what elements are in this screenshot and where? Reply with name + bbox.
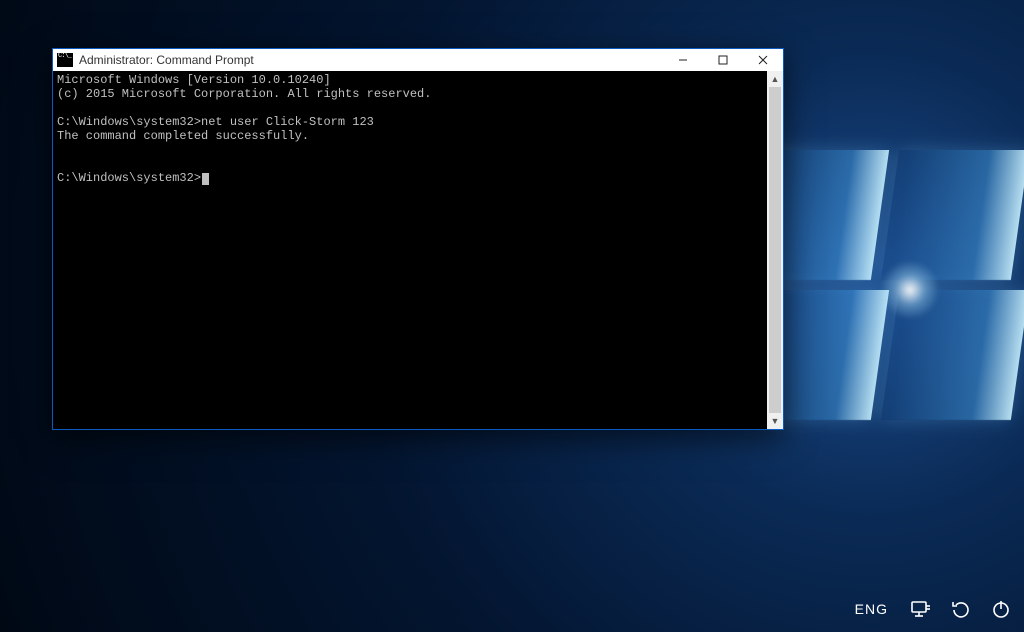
language-indicator[interactable]: ENG <box>849 597 894 621</box>
minimize-button[interactable] <box>663 49 703 71</box>
window-title: Administrator: Command Prompt <box>79 53 254 67</box>
terminal-line: The command completed successfully. <box>57 129 309 143</box>
terminal-command: net user Click-Storm 123 <box>201 115 374 129</box>
windows-logo-art <box>760 150 1020 450</box>
maximize-button[interactable] <box>703 49 743 71</box>
scrollbar-up-arrow[interactable]: ▲ <box>767 71 783 87</box>
close-button[interactable] <box>743 49 783 71</box>
terminal-output[interactable]: Microsoft Windows [Version 10.0.10240] (… <box>53 71 767 429</box>
scrollbar-down-arrow[interactable]: ▼ <box>767 413 783 429</box>
scrollbar-vertical[interactable]: ▲ ▼ <box>767 71 783 429</box>
terminal-prompt: C:\Windows\system32> <box>57 171 201 185</box>
terminal-cursor <box>202 173 209 185</box>
command-prompt-window[interactable]: Administrator: Command Prompt Microsoft … <box>52 48 784 430</box>
network-icon[interactable] <box>908 596 934 622</box>
system-tray: ENG <box>849 596 1014 622</box>
ease-of-access-icon[interactable] <box>948 596 974 622</box>
terminal-line: (c) 2015 Microsoft Corporation. All righ… <box>57 87 431 101</box>
desktop-background: Administrator: Command Prompt Microsoft … <box>0 0 1024 632</box>
terminal-line: Microsoft Windows [Version 10.0.10240] <box>57 73 331 87</box>
power-icon[interactable] <box>988 596 1014 622</box>
scrollbar-thumb[interactable] <box>769 87 781 413</box>
window-titlebar[interactable]: Administrator: Command Prompt <box>53 49 783 71</box>
terminal-prompt: C:\Windows\system32> <box>57 115 201 129</box>
cmd-icon <box>57 53 73 67</box>
